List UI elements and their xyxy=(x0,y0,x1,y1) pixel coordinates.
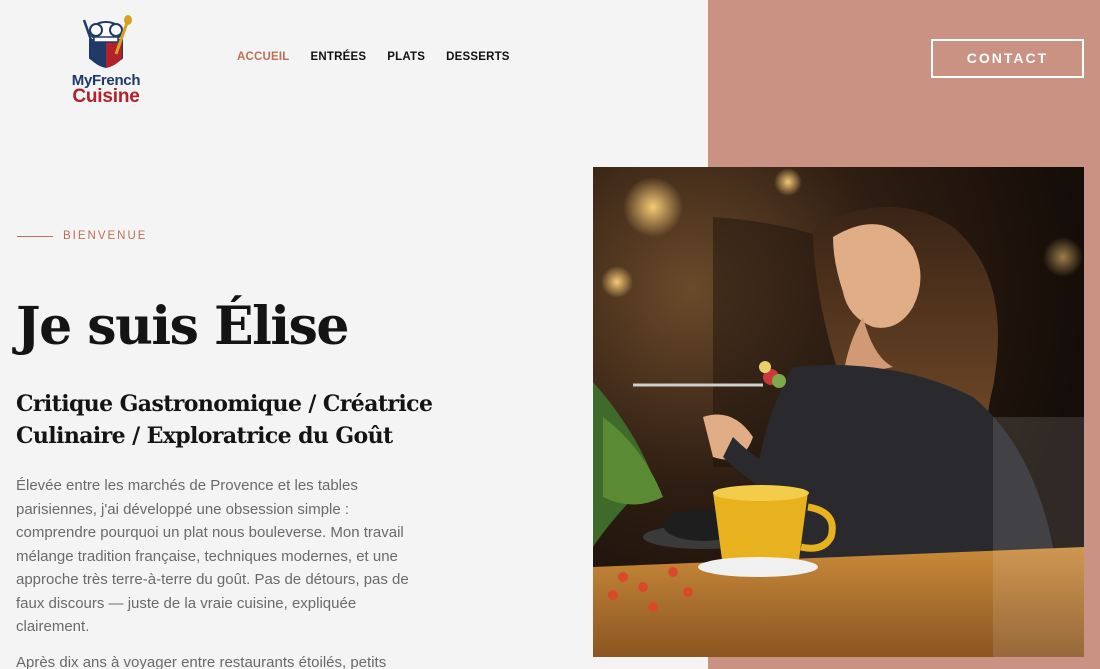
brand-logo[interactable]: MyFrench Cuisine xyxy=(66,14,146,107)
eyebrow: BIENVENUE xyxy=(17,230,147,242)
hero-subtitle: Critique Gastronomique / Créatrice Culin… xyxy=(16,391,433,449)
eyebrow-label: BIENVENUE xyxy=(63,230,148,242)
bio-paragraph-2: Après dix ans à voyager entre restaurant… xyxy=(16,654,387,669)
main-nav: ACCUEIL ENTRÉES PLATS DESSERTS xyxy=(237,51,510,63)
bio-paragraph: Élevée entre les marchés de Provence et … xyxy=(16,477,409,635)
nav-item-desserts[interactable]: DESSERTS xyxy=(446,51,510,63)
chef-hat-icon xyxy=(82,15,132,68)
hero-photo xyxy=(593,167,1084,657)
page-title: Je suis Élise xyxy=(16,296,350,357)
nav-item-entrees[interactable]: ENTRÉES xyxy=(311,51,367,63)
eyebrow-line xyxy=(17,235,53,237)
brand-name-line2: Cuisine xyxy=(72,86,140,107)
woman-eating-photo xyxy=(593,167,1084,657)
nav-item-plats[interactable]: PLATS xyxy=(387,51,425,63)
contact-button[interactable]: CONTACT xyxy=(931,39,1084,78)
nav-item-accueil[interactable]: ACCUEIL xyxy=(237,51,290,63)
